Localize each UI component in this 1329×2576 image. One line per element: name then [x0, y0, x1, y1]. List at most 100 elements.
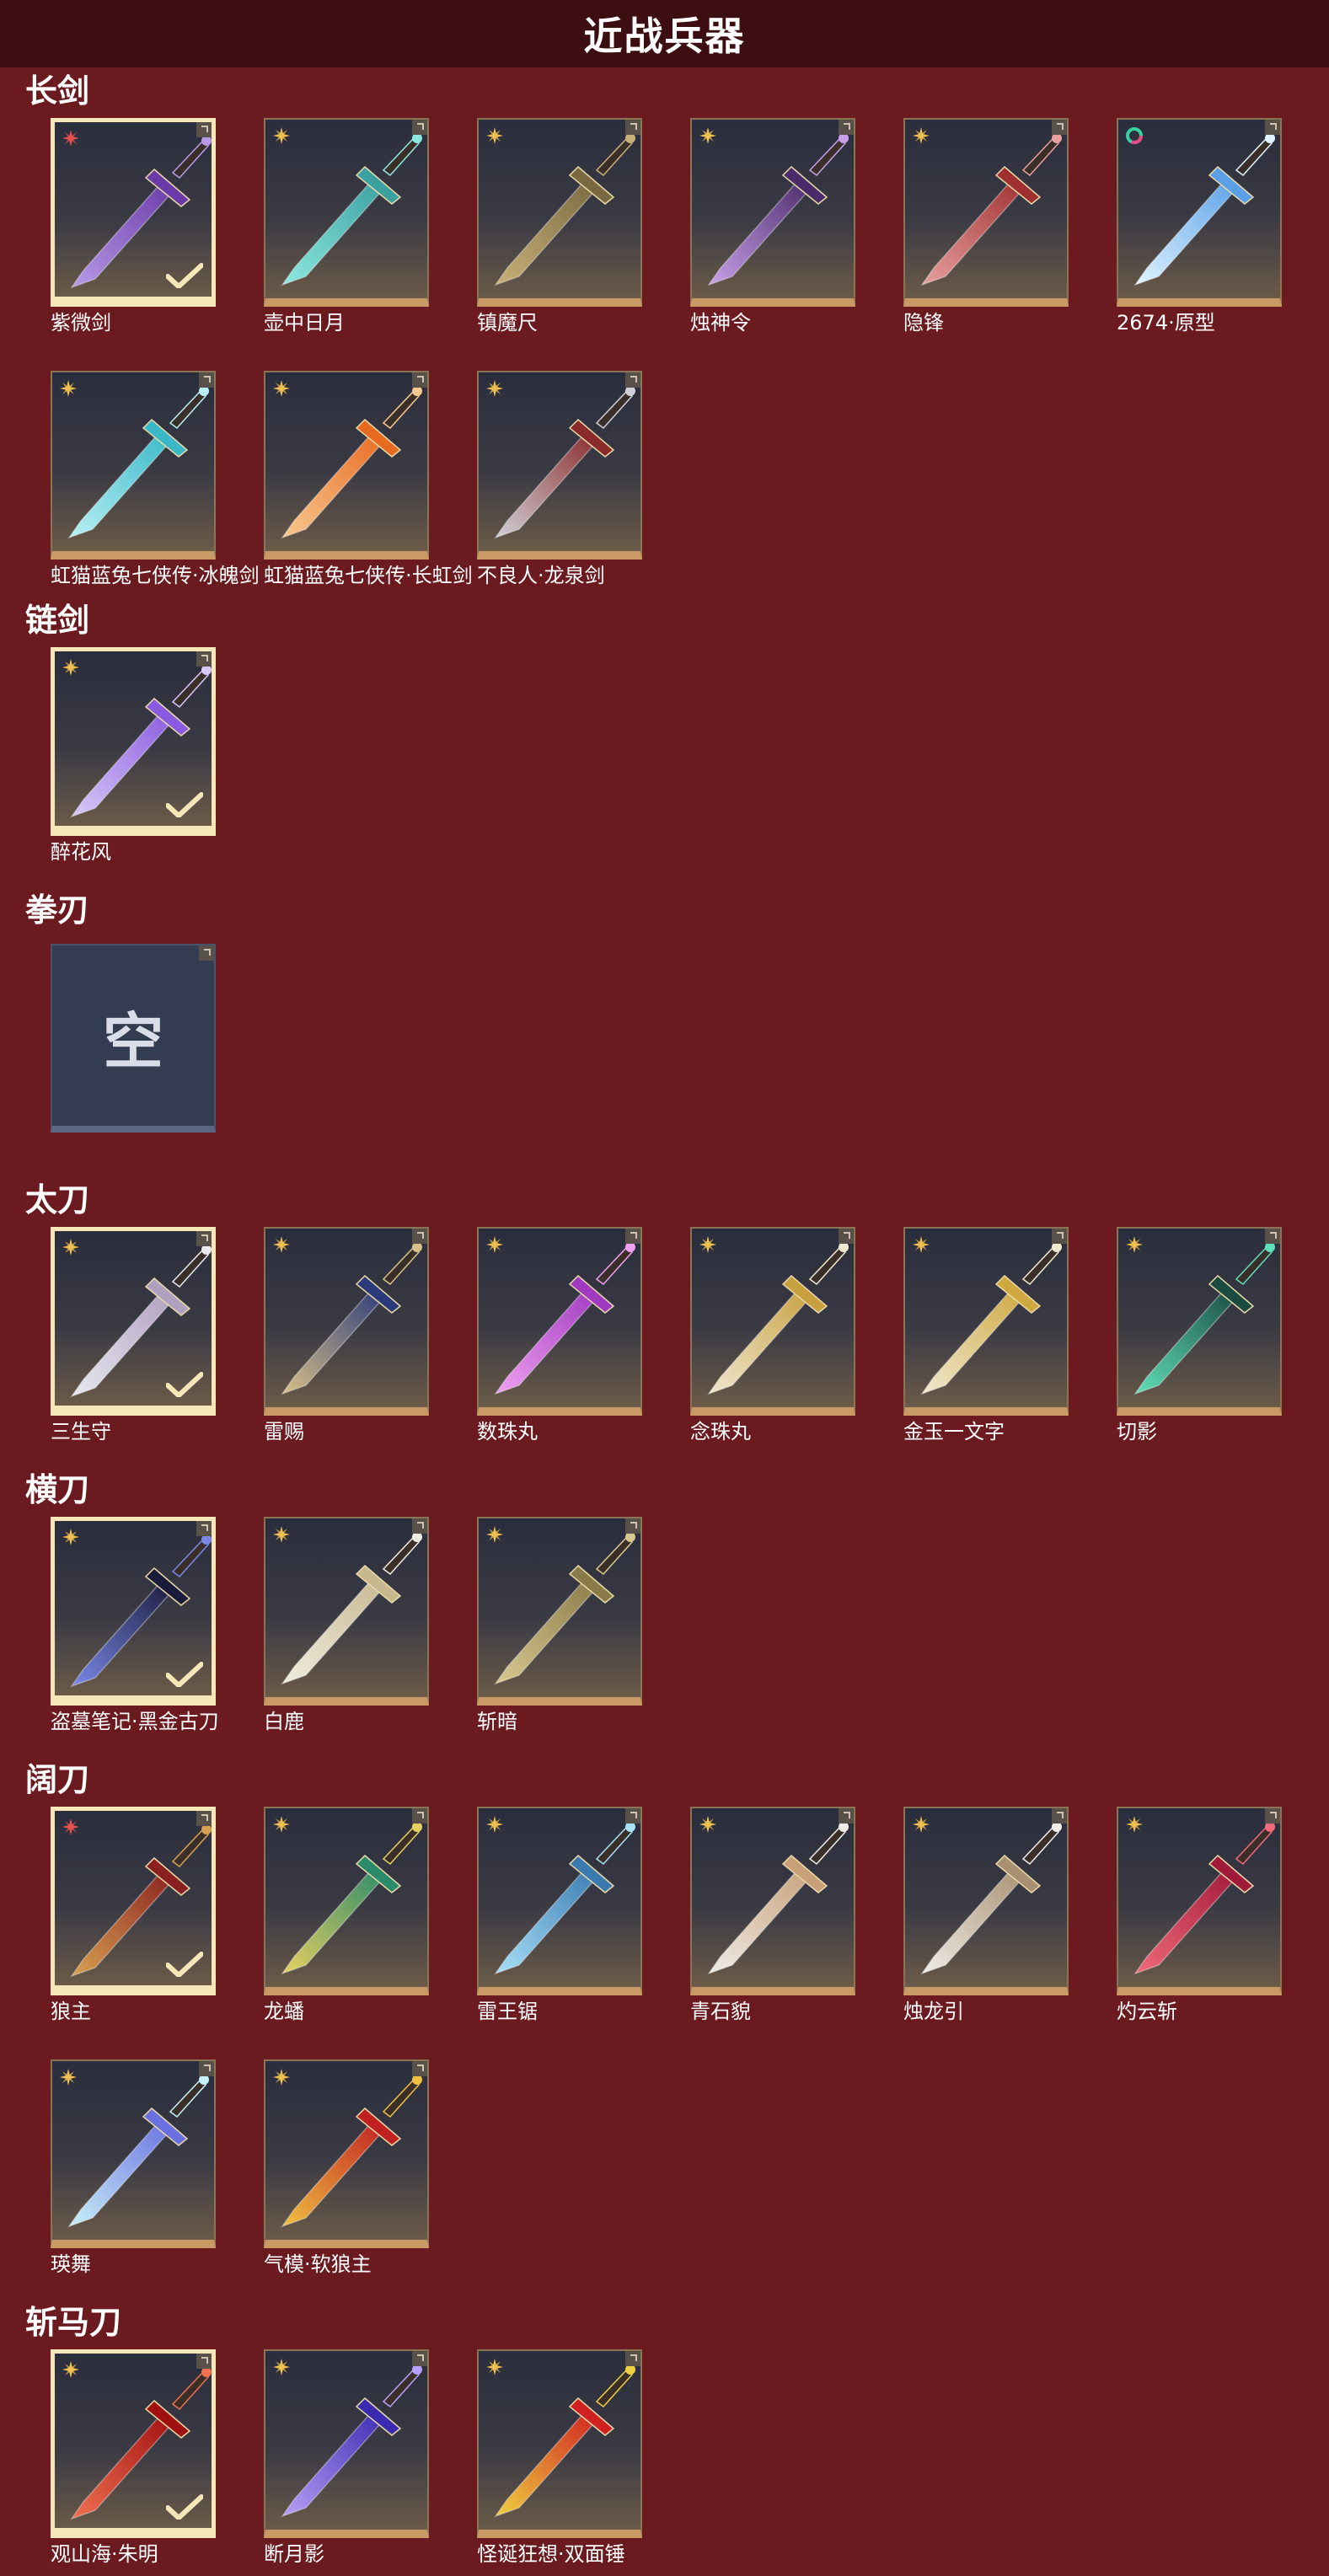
- weapon-card[interactable]: 烛神令: [690, 118, 855, 335]
- weapon-card[interactable]: 斩暗: [477, 1517, 642, 1734]
- weapon-card[interactable]: 2674·原型: [1117, 118, 1282, 335]
- weapon-name: 虹猫蓝兔七侠传·冰魄剑: [51, 564, 260, 587]
- card-frame: [264, 1227, 429, 1416]
- weapon-card[interactable]: 龙蟠: [264, 1807, 429, 2024]
- card-frame: [1117, 118, 1282, 307]
- card-frame: [477, 1517, 642, 1706]
- gold-star-icon: [486, 1236, 503, 1253]
- section-label: 斩马刀: [25, 2304, 122, 2341]
- corner-icon: [412, 1808, 427, 1824]
- weapon-card[interactable]: 数珠丸: [477, 1227, 642, 1444]
- weapon-card[interactable]: 烛龙引: [903, 1807, 1069, 2024]
- weapon-name: 盗墓笔记·黑金古刀: [51, 1710, 219, 1733]
- corner-icon: [196, 1521, 212, 1536]
- empty-slot-card[interactable]: 空: [51, 944, 216, 1133]
- card-frame: [264, 2349, 429, 2538]
- weapon-card[interactable]: 断月影: [264, 2349, 429, 2567]
- weapon-name: 镇魔尺: [477, 311, 538, 335]
- corner-icon: [1052, 120, 1067, 135]
- weapon-name: 虹猫蓝兔七侠传·长虹剑: [264, 564, 473, 587]
- card-frame: [477, 1807, 642, 1995]
- weapon-icon: [494, 1242, 635, 1395]
- weapon-card[interactable]: 紫微剑: [51, 118, 216, 335]
- corner-icon: [412, 1518, 427, 1534]
- weapon-card[interactable]: 青石貌: [690, 1807, 855, 2024]
- card-frame: [51, 1517, 216, 1706]
- weapon-name: 雷赐: [264, 1420, 304, 1443]
- weapon-icon: [494, 1822, 635, 1975]
- weapon-name: 观山海·朱明: [51, 2542, 158, 2566]
- section-label: 链剑: [25, 602, 90, 639]
- title-bar: 近战兵器: [0, 0, 1329, 67]
- card-frame: [903, 118, 1069, 307]
- weapon-card[interactable]: 灼云斩: [1117, 1807, 1282, 2024]
- weapon-card[interactable]: 虹猫蓝兔七侠传·长虹剑: [264, 371, 473, 588]
- weapon-card[interactable]: 狼主: [51, 1807, 216, 2024]
- gold-star-icon: [273, 127, 290, 144]
- corner-icon: [1052, 1229, 1067, 1244]
- weapon-card[interactable]: 镇魔尺: [477, 118, 642, 335]
- weapon-card[interactable]: 雷王锯: [477, 1807, 642, 2024]
- section-label: 横刀: [25, 1471, 90, 1508]
- card-frame: [690, 118, 855, 307]
- gold-star-icon: [60, 2069, 77, 2086]
- weapon-card[interactable]: 念珠丸: [690, 1227, 855, 1444]
- weapon-card[interactable]: 醉花风: [51, 647, 216, 865]
- gold-star-icon: [1126, 1236, 1143, 1253]
- weapon-card[interactable]: 金玉一文字: [903, 1227, 1069, 1444]
- gold-star-icon: [699, 127, 716, 144]
- weapon-card[interactable]: 白鹿: [264, 1517, 429, 1734]
- corner-icon: [839, 1808, 854, 1824]
- card-frame: [1117, 1807, 1282, 1995]
- weapon-card[interactable]: 怪诞狂想·双面锤: [477, 2349, 642, 2567]
- corner-icon: [839, 1229, 854, 1244]
- red-star-icon: [62, 130, 79, 147]
- gold-star-icon: [62, 1239, 79, 1256]
- corner-icon: [839, 120, 854, 135]
- weapon-name: 气模·软狼主: [264, 2252, 372, 2276]
- weapon-card[interactable]: 壶中日月: [264, 118, 429, 335]
- corner-icon: [196, 1811, 212, 1826]
- card-frame: [477, 371, 642, 560]
- weapon-icon: [281, 1532, 422, 1685]
- equipped-check-icon: [166, 1372, 203, 1397]
- card-frame: [264, 118, 429, 307]
- weapon-card[interactable]: 雷赐: [264, 1227, 429, 1444]
- weapon-card[interactable]: 观山海·朱明: [51, 2349, 216, 2567]
- weapon-card[interactable]: 盗墓笔记·黑金古刀: [51, 1517, 219, 1734]
- card-frame: 空: [51, 944, 216, 1133]
- weapon-icon: [494, 386, 635, 539]
- corner-icon: [625, 372, 640, 388]
- weapon-name: 狼主: [51, 2000, 91, 2023]
- weapon-icon: [67, 2075, 209, 2228]
- section-label: 太刀: [25, 1181, 90, 1218]
- card-frame: [51, 1227, 216, 1416]
- corner-icon: [412, 120, 427, 135]
- weapon-name: 不良人·龙泉剑: [477, 564, 605, 587]
- weapon-icon: [67, 386, 209, 539]
- weapon-card[interactable]: 气模·软狼主: [264, 2059, 429, 2277]
- gold-star-icon: [486, 1526, 503, 1543]
- weapon-card[interactable]: 切影: [1117, 1227, 1282, 1444]
- weapon-card[interactable]: 不良人·龙泉剑: [477, 371, 642, 588]
- weapon-name: 青石貌: [690, 2000, 751, 2023]
- gold-star-icon: [273, 1526, 290, 1543]
- weapon-name: 念珠丸: [690, 1420, 751, 1443]
- gold-star-icon: [699, 1236, 716, 1253]
- weapon-icon: [920, 133, 1062, 287]
- weapon-name: 雷王锯: [477, 2000, 538, 2023]
- weapon-card[interactable]: 瑛舞: [51, 2059, 216, 2277]
- card-frame: [903, 1227, 1069, 1416]
- weapon-icon: [281, 1242, 422, 1395]
- weapon-icon: [1133, 133, 1275, 287]
- corner-icon: [412, 2351, 427, 2366]
- weapon-icon: [494, 2364, 635, 2518]
- weapon-card[interactable]: 虹猫蓝兔七侠传·冰魄剑: [51, 371, 260, 588]
- corner-icon: [196, 2354, 212, 2369]
- equipped-check-icon: [166, 792, 203, 817]
- corner-icon: [1265, 120, 1280, 135]
- weapon-name: 灼云斩: [1117, 2000, 1177, 2023]
- weapon-card[interactable]: 三生守: [51, 1227, 216, 1444]
- weapon-card[interactable]: 隐锋: [903, 118, 1069, 335]
- card-frame: [477, 118, 642, 307]
